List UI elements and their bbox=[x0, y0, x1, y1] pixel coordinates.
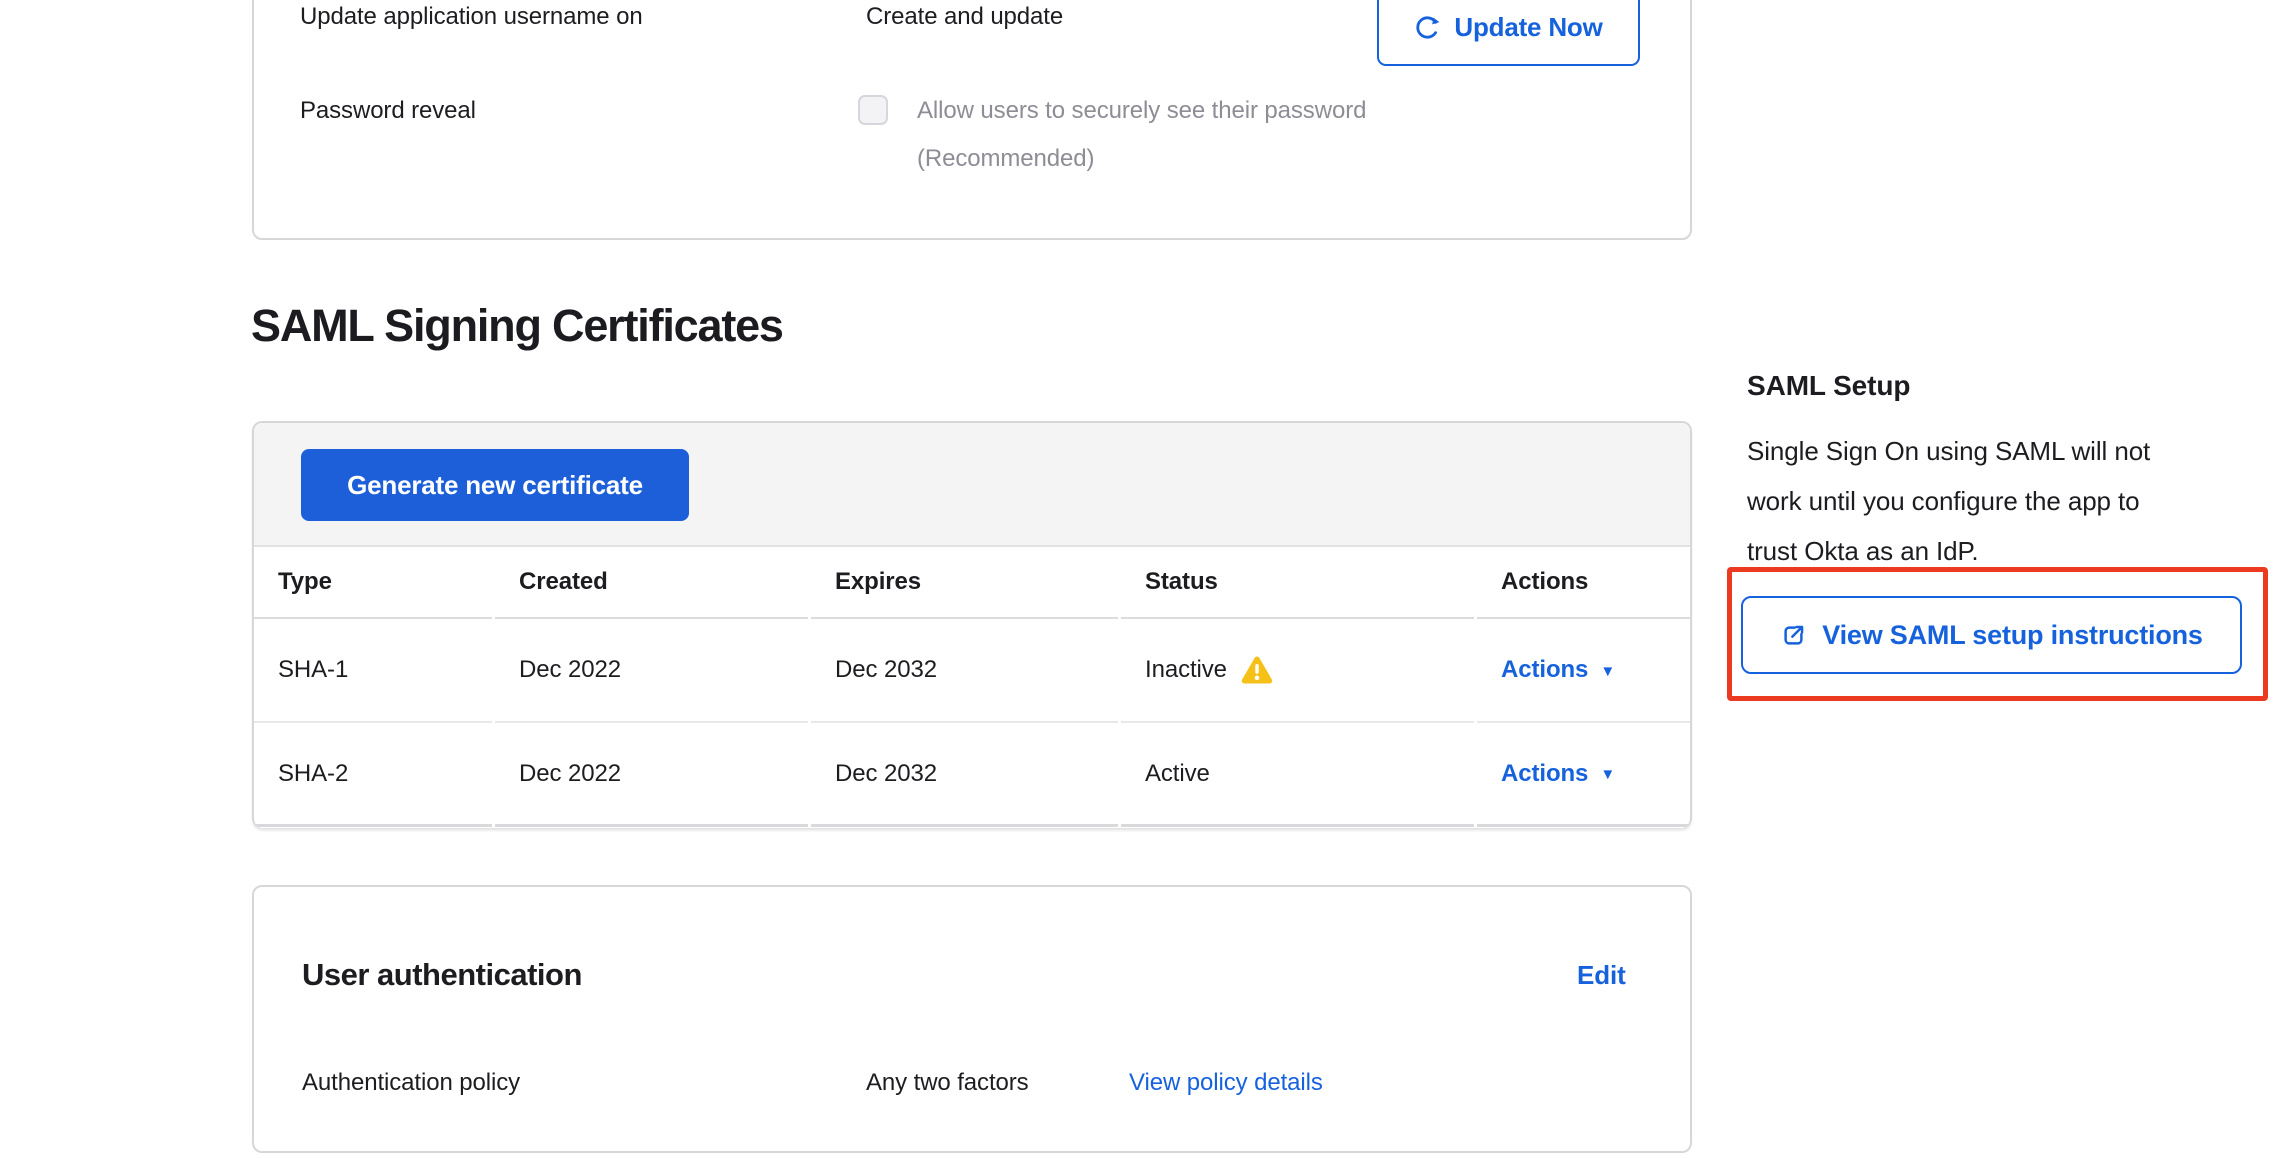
saml-setup-description-line: trust Okta as an IdP. bbox=[1747, 526, 2150, 576]
cert-status: Active bbox=[1121, 723, 1474, 827]
app-sign-on-settings-page: Update application username on Create an… bbox=[0, 0, 2279, 1158]
caret-down-icon: ▼ bbox=[1600, 766, 1615, 783]
certificates-toolbar: Generate new certificate bbox=[254, 423, 1690, 547]
column-header-created: Created bbox=[495, 547, 808, 619]
certificates-table: Type Created Expires Status Actions SHA-… bbox=[254, 547, 1690, 827]
saml-setup-description-line: work until you configure the app to bbox=[1747, 476, 2150, 526]
cert-type: SHA-2 bbox=[254, 723, 492, 827]
actions-label: Actions bbox=[1501, 760, 1588, 788]
sign-on-settings-card: Update application username on Create an… bbox=[252, 0, 1692, 240]
generate-certificate-button[interactable]: Generate new certificate bbox=[301, 449, 689, 521]
column-header-actions: Actions bbox=[1477, 547, 1690, 619]
cert-type: SHA-1 bbox=[254, 619, 492, 723]
table-row: SHA-1 Dec 2022 Dec 2032 Inactive bbox=[254, 619, 1690, 723]
actions-dropdown[interactable]: Actions ▼ bbox=[1501, 656, 1615, 684]
auth-policy-label: Authentication policy bbox=[302, 1069, 520, 1097]
table-row: SHA-2 Dec 2022 Dec 2032 Active Actions ▼ bbox=[254, 723, 1690, 827]
warning-icon bbox=[1239, 655, 1275, 686]
password-reveal-desc-line1: Allow users to securely see their passwo… bbox=[917, 97, 1366, 125]
refresh-icon bbox=[1414, 14, 1441, 41]
status-text: Active bbox=[1145, 760, 1210, 788]
column-header-type: Type bbox=[254, 547, 492, 619]
view-saml-setup-instructions-label: View SAML setup instructions bbox=[1822, 620, 2202, 651]
saml-setup-title: SAML Setup bbox=[1747, 370, 1910, 402]
saml-certificates-card: Generate new certificate Type Created Ex… bbox=[252, 421, 1692, 828]
cert-status: Inactive bbox=[1121, 619, 1474, 723]
actions-dropdown[interactable]: Actions ▼ bbox=[1501, 760, 1615, 788]
update-now-label: Update Now bbox=[1454, 12, 1602, 43]
caret-down-icon: ▼ bbox=[1600, 663, 1615, 680]
view-policy-details-link[interactable]: View policy details bbox=[1129, 1069, 1323, 1097]
section-title: SAML Signing Certificates bbox=[251, 300, 783, 352]
actions-label: Actions bbox=[1501, 656, 1588, 684]
user-authentication-card: User authentication Edit Authentication … bbox=[252, 885, 1692, 1153]
cert-actions: Actions ▼ bbox=[1477, 619, 1690, 723]
cert-expires: Dec 2032 bbox=[811, 619, 1118, 723]
password-reveal-desc-line2: (Recommended) bbox=[917, 145, 1094, 173]
password-reveal-checkbox[interactable] bbox=[858, 95, 888, 125]
cert-created: Dec 2022 bbox=[495, 723, 808, 827]
auth-policy-value: Any two factors bbox=[866, 1069, 1029, 1097]
edit-link[interactable]: Edit bbox=[1577, 960, 1626, 991]
username-row-value: Create and update bbox=[866, 3, 1063, 31]
status-text: Inactive bbox=[1145, 656, 1227, 684]
saml-setup-description: Single Sign On using SAML will not work … bbox=[1747, 426, 2150, 576]
user-auth-title: User authentication bbox=[302, 957, 582, 993]
cert-created: Dec 2022 bbox=[495, 619, 808, 723]
cert-actions: Actions ▼ bbox=[1477, 723, 1690, 827]
column-header-expires: Expires bbox=[811, 547, 1118, 619]
update-now-button[interactable]: Update Now bbox=[1377, 0, 1640, 66]
saml-setup-description-line: Single Sign On using SAML will not bbox=[1747, 426, 2150, 476]
password-reveal-label: Password reveal bbox=[300, 97, 476, 125]
column-header-status: Status bbox=[1121, 547, 1474, 619]
username-row-label: Update application username on bbox=[300, 3, 643, 31]
table-header-row: Type Created Expires Status Actions bbox=[254, 547, 1690, 619]
view-saml-setup-instructions-button[interactable]: View SAML setup instructions bbox=[1741, 596, 2242, 674]
cert-expires: Dec 2032 bbox=[811, 723, 1118, 827]
external-link-icon bbox=[1780, 622, 1807, 649]
